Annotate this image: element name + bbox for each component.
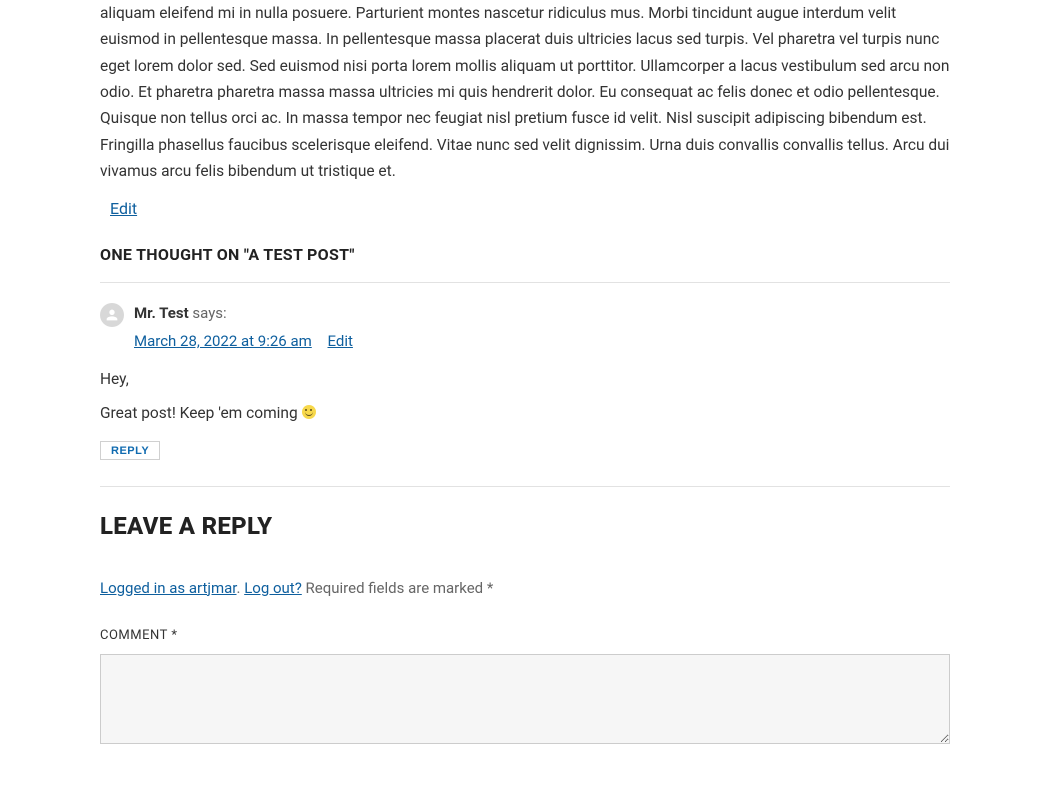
logout-link[interactable]: Log out? (244, 579, 302, 597)
comments-title-post: A TEST POST (248, 245, 349, 264)
comment-item: Mr. Test says: March 28, 2022 at 9:26 am… (100, 301, 950, 353)
post-edit-link[interactable]: Edit (110, 199, 137, 218)
comment-body-line1: Hey, (100, 367, 950, 392)
comments-title: ONE THOUGHT ON "A TEST POST" (100, 242, 950, 268)
comment-edit-link[interactable]: Edit (328, 332, 353, 350)
required-asterisk: * (487, 579, 493, 597)
comment-author: Mr. Test (134, 304, 189, 322)
comments-title-prefix: ONE THOUGHT ON " (100, 245, 248, 264)
user-icon (104, 307, 120, 323)
comment-author-line: Mr. Test says: (134, 301, 353, 325)
required-fields-text: Required fields are marked (306, 579, 487, 597)
login-status-line: Logged in as artjmar. Log out? Required … (100, 576, 950, 600)
comment-label-text: COMMENT (100, 628, 171, 643)
comment-date-link[interactable]: March 28, 2022 at 9:26 am (134, 332, 312, 350)
avatar (100, 303, 124, 327)
comment-body-line2: Great post! Keep 'em coming (100, 401, 950, 426)
comment-says: says: (192, 304, 226, 322)
post-body-excerpt: aliquam eleifend mi in nulla posuere. Pa… (100, 0, 950, 184)
comment-field-label: COMMENT * (100, 626, 950, 647)
logged-in-link[interactable]: Logged in as artjmar (100, 579, 237, 597)
leave-reply-heading: LEAVE A REPLY (100, 507, 950, 545)
comment-body-line2-text: Great post! Keep 'em coming (100, 404, 302, 422)
period: . (237, 579, 245, 597)
divider (100, 486, 950, 487)
comment-label-asterisk: * (171, 628, 177, 643)
reply-button[interactable]: REPLY (100, 441, 160, 460)
comment-body: Hey, Great post! Keep 'em coming (100, 367, 950, 427)
divider (100, 282, 950, 283)
smile-emoji-icon (302, 405, 316, 419)
comment-textarea[interactable] (100, 654, 950, 744)
comments-title-suffix: " (349, 245, 354, 264)
